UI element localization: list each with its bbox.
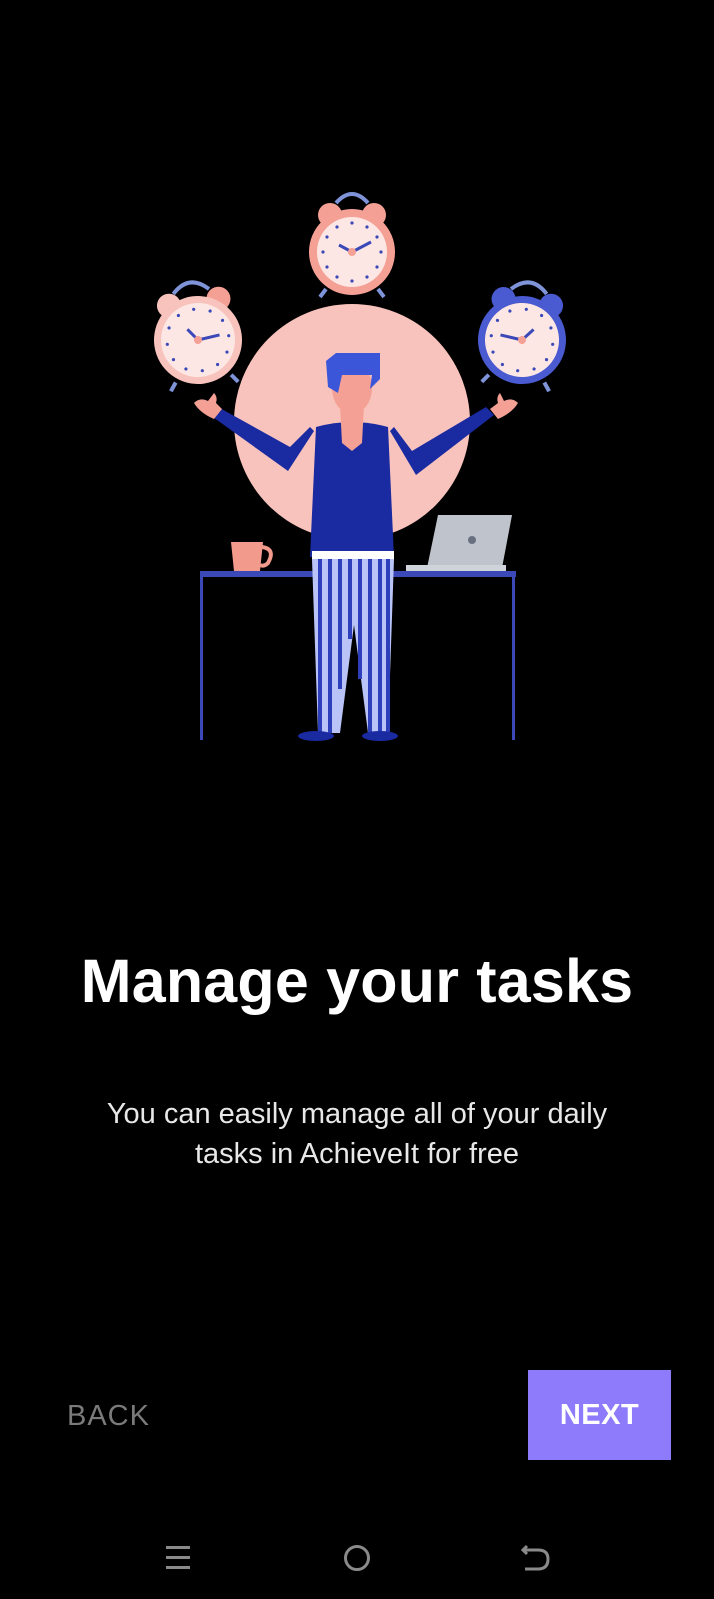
back-button[interactable]: BACK bbox=[67, 1398, 150, 1434]
striped-pants bbox=[312, 559, 394, 733]
onboarding-illustration bbox=[154, 192, 566, 741]
alarm-clock-right bbox=[478, 280, 566, 393]
right-hand bbox=[490, 393, 518, 419]
right-shoe bbox=[362, 731, 398, 741]
menu-icon bbox=[166, 1545, 190, 1569]
back-nav-button[interactable] bbox=[506, 1530, 566, 1585]
menu-button[interactable] bbox=[148, 1530, 208, 1585]
alarm-clock-top bbox=[309, 192, 395, 299]
onboarding-subtitle: You can easily manage all of your daily … bbox=[106, 1098, 608, 1170]
system-navigation-bar bbox=[0, 1530, 714, 1585]
home-button[interactable] bbox=[327, 1530, 387, 1585]
alarm-clock-left bbox=[154, 280, 242, 393]
onboarding-title: Manage your tasks bbox=[80, 947, 634, 1015]
home-icon bbox=[344, 1544, 370, 1571]
coffee-mug bbox=[231, 542, 273, 571]
next-button[interactable]: NEXT bbox=[528, 1370, 671, 1460]
belt bbox=[312, 551, 394, 559]
back-icon bbox=[521, 1544, 550, 1570]
left-shoe bbox=[298, 731, 334, 741]
laptop bbox=[406, 515, 512, 571]
